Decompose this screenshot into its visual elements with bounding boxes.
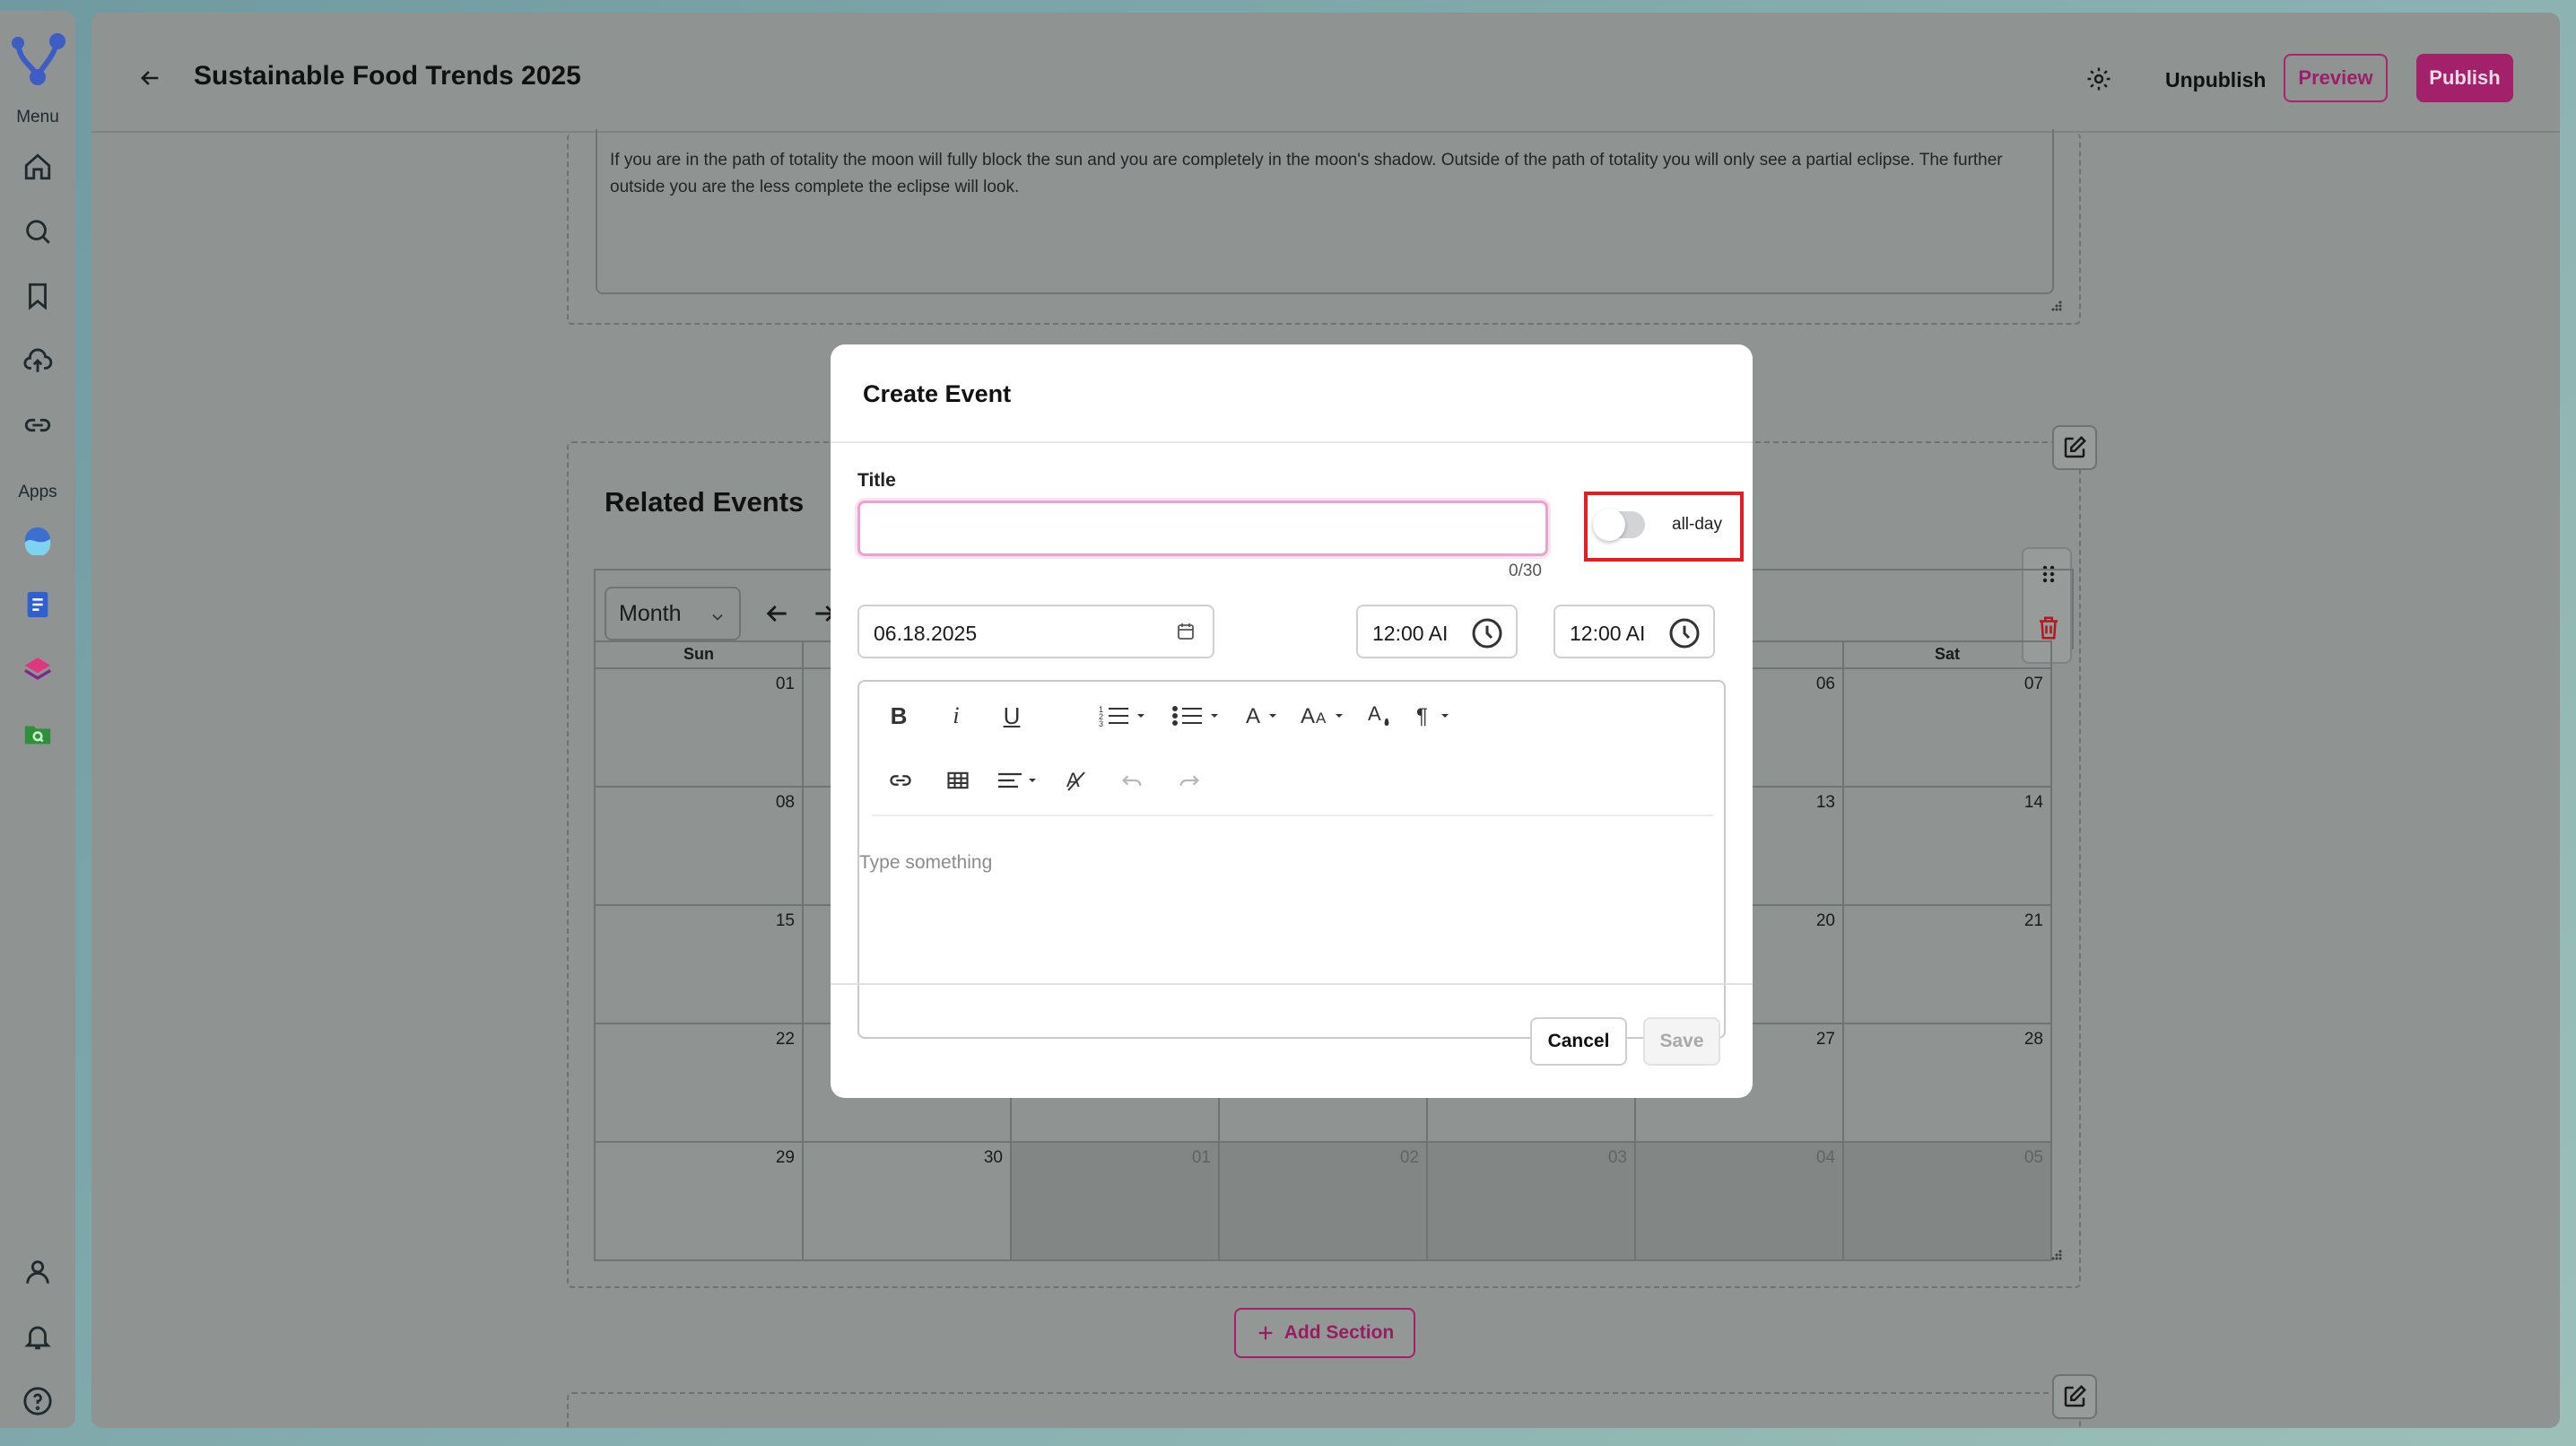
svg-text:A: A bbox=[1246, 704, 1260, 728]
svg-text:¶: ¶ bbox=[1416, 704, 1428, 728]
svg-text:A: A bbox=[1301, 704, 1315, 728]
dialog-footer-divider bbox=[831, 983, 1753, 985]
date-value: 06.18.2025 bbox=[874, 622, 978, 645]
calendar-day-cell[interactable]: 30 bbox=[804, 1141, 1012, 1259]
cancel-button[interactable]: Cancel bbox=[1530, 1017, 1627, 1066]
calendar-weekday-header: Sat bbox=[1844, 640, 2052, 667]
home-icon[interactable] bbox=[16, 145, 59, 188]
bullet-list-icon[interactable] bbox=[1170, 698, 1225, 734]
start-time-value: 12:00 AI bbox=[1372, 622, 1449, 645]
calendar-prev-arrow-icon[interactable] bbox=[757, 594, 796, 633]
user-icon[interactable] bbox=[16, 1250, 59, 1294]
wave-app-icon[interactable] bbox=[16, 518, 59, 562]
title-char-count: 0/30 bbox=[1509, 562, 1542, 580]
insert-table-icon[interactable] bbox=[940, 762, 976, 798]
rail-apps-heading: Apps bbox=[18, 483, 57, 501]
next-section bbox=[567, 1392, 2081, 1428]
editor-placeholder[interactable]: Type something bbox=[859, 852, 992, 874]
calendar-day-cell[interactable]: 01 bbox=[1012, 1141, 1220, 1259]
calendar-day-cell[interactable]: 04 bbox=[1636, 1141, 1844, 1259]
edit-section-icon[interactable] bbox=[2052, 425, 2097, 470]
create-event-dialog: Create Event Title 0/30 all-day 06.18.20… bbox=[831, 344, 1753, 1098]
underline-icon[interactable]: U bbox=[996, 698, 1028, 734]
calendar-day-cell[interactable]: 28 bbox=[1844, 1023, 2052, 1141]
left-rail: Menu Apps bbox=[0, 11, 75, 1428]
save-button[interactable]: Save bbox=[1643, 1017, 1720, 1066]
calendar-day-cell[interactable]: 05 bbox=[1844, 1141, 2052, 1259]
resize-grip-icon[interactable] bbox=[2049, 1247, 2063, 1261]
editor-toolbar-divider bbox=[872, 814, 1713, 816]
calendar-day-cell[interactable]: 02 bbox=[1220, 1141, 1428, 1259]
calendar-day-cell[interactable]: 22 bbox=[596, 1023, 804, 1141]
chevron-down-icon bbox=[709, 606, 727, 632]
end-time-field[interactable]: 12:00 AI bbox=[1553, 605, 1715, 658]
rail-menu-heading: Menu bbox=[16, 108, 59, 126]
calendar-day-cell[interactable]: 08 bbox=[596, 786, 804, 904]
link-icon[interactable] bbox=[16, 404, 59, 447]
top-bar: Sustainable Food Trends 2025 Unpublish P… bbox=[91, 13, 2560, 133]
align-icon[interactable] bbox=[994, 762, 1044, 798]
add-section-label: Add Section bbox=[1284, 1322, 1395, 1343]
calendar-day-cell[interactable]: 15 bbox=[596, 904, 804, 1023]
allday-toggle[interactable] bbox=[1593, 509, 1645, 541]
undo-icon[interactable] bbox=[1116, 762, 1148, 798]
paragraph-format-icon[interactable]: ¶ bbox=[1414, 698, 1458, 734]
text-section-body[interactable]: If you are in the path of totality the m… bbox=[596, 129, 2054, 294]
allday-label: all-day bbox=[1672, 515, 1722, 534]
upload-cloud-icon[interactable] bbox=[16, 339, 59, 382]
title-input[interactable] bbox=[857, 501, 1548, 556]
calendar-view-select[interactable]: Month bbox=[605, 587, 741, 640]
svg-text:A: A bbox=[1368, 702, 1381, 725]
redo-icon[interactable] bbox=[1173, 762, 1205, 798]
document-app-icon[interactable] bbox=[16, 583, 59, 626]
gear-icon[interactable] bbox=[2081, 61, 2117, 97]
highlight-color-icon[interactable]: A bbox=[1363, 698, 1396, 734]
plus-icon bbox=[1258, 1326, 1273, 1340]
publish-button[interactable]: Publish bbox=[2416, 54, 2513, 102]
calendar-icon[interactable] bbox=[1175, 621, 1197, 648]
help-icon[interactable] bbox=[16, 1380, 59, 1423]
dialog-title: Create Event bbox=[863, 380, 1012, 407]
calendar-view-value: Month bbox=[619, 601, 682, 626]
calendar-day-cell[interactable]: 07 bbox=[1844, 667, 2052, 786]
title-field-label: Title bbox=[857, 470, 896, 491]
bell-icon[interactable] bbox=[16, 1315, 59, 1358]
calendar-day-cell[interactable]: 29 bbox=[596, 1141, 804, 1259]
unpublish-button[interactable]: Unpublish bbox=[2154, 63, 2276, 98]
calendar-day-cell[interactable]: 03 bbox=[1428, 1141, 1636, 1259]
calendar-day-cell[interactable]: 14 bbox=[1844, 786, 2052, 904]
ordered-list-icon[interactable]: 123 bbox=[1096, 698, 1152, 734]
calendar-day-cell[interactable]: 21 bbox=[1844, 904, 2052, 1023]
end-time-value: 12:00 AI bbox=[1570, 622, 1646, 645]
page-title: Sustainable Food Trends 2025 bbox=[194, 61, 581, 91]
italic-icon[interactable]: i bbox=[940, 698, 972, 734]
layers-app-icon[interactable] bbox=[16, 648, 59, 691]
toggle-knob bbox=[1593, 509, 1625, 541]
events-section-title: Related Events bbox=[605, 486, 805, 518]
date-field[interactable]: 06.18.2025 bbox=[857, 605, 1214, 658]
back-arrow-icon[interactable] bbox=[131, 59, 169, 97]
font-size-icon[interactable]: AA bbox=[1299, 698, 1349, 734]
clear-formatting-icon[interactable]: A bbox=[1060, 762, 1092, 798]
dialog-divider bbox=[831, 441, 1753, 443]
add-section-button[interactable]: Add Section bbox=[1234, 1308, 1415, 1358]
svg-text:3: 3 bbox=[1099, 719, 1103, 728]
search-icon[interactable] bbox=[16, 210, 59, 253]
bookmark-icon[interactable] bbox=[16, 274, 59, 318]
clock-icon[interactable] bbox=[1667, 615, 1702, 657]
font-color-icon[interactable]: A bbox=[1243, 698, 1284, 734]
folder-search-app-icon[interactable] bbox=[16, 712, 59, 755]
calendar-weekday-header: Sun bbox=[596, 640, 804, 667]
resize-grip-icon[interactable] bbox=[2049, 298, 2063, 312]
bold-icon[interactable]: B bbox=[883, 698, 915, 734]
calendar-day-cell[interactable]: 01 bbox=[596, 667, 804, 786]
clock-icon[interactable] bbox=[1469, 615, 1505, 657]
start-time-field[interactable]: 12:00 AI bbox=[1356, 605, 1518, 658]
svg-text:A: A bbox=[1316, 710, 1327, 727]
insert-link-icon[interactable] bbox=[883, 762, 918, 798]
edit-section-icon[interactable] bbox=[2052, 1374, 2097, 1419]
app-logo-icon[interactable] bbox=[7, 30, 68, 91]
preview-button[interactable]: Preview bbox=[2284, 54, 2388, 102]
